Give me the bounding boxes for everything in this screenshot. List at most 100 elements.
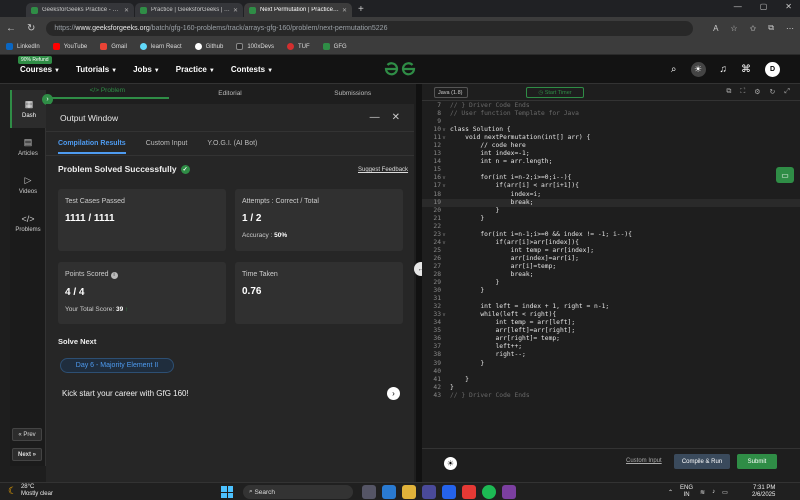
minimize-icon[interactable]: — — [734, 2, 742, 11]
code-line[interactable]: 8 // User function Template for Java — [422, 110, 800, 118]
code-line[interactable]: 22 — [422, 223, 800, 231]
start-timer-button[interactable]: ◷ Start Timer — [526, 87, 584, 98]
close-panel-icon[interactable]: ✕ — [392, 112, 400, 123]
code-line[interactable]: 11 v void nextPermutation(int[] arr) { — [422, 134, 800, 142]
code-line[interactable]: 17 v if(arr[i] < arr[i+1]){ — [422, 182, 800, 190]
nav-tutorials[interactable]: Tutorials ▼ — [76, 65, 117, 74]
minimize-panel-icon[interactable]: — — [370, 112, 380, 123]
favorites-icon[interactable]: ✩ — [750, 24, 757, 33]
code-editor[interactable]: 7 // } Driver Code Ends 8 // User function … — [422, 102, 800, 448]
browser-tab[interactable]: GeeksforGeeks Practice - Leading Online … — [26, 3, 134, 17]
bookmark-100xdevs[interactable]: 100xDevs — [236, 43, 274, 50]
code-line[interactable]: 24 v if(arr[i]>arr[index]){ — [422, 239, 800, 247]
fullscreen-icon[interactable]: ⛶ — [740, 88, 745, 96]
code-line[interactable]: 42} — [422, 384, 800, 392]
rail-item-articles[interactable]: ▤ Articles — [10, 128, 46, 166]
close-window-icon[interactable]: ✕ — [785, 2, 792, 11]
code-line[interactable]: 13 int index=-1; — [422, 150, 800, 158]
code-line[interactable]: 39 } — [422, 360, 800, 368]
collections-icon[interactable]: ⧉ — [768, 23, 774, 33]
bookmark-youtube[interactable]: YouTube — [52, 43, 87, 50]
notification-bell-icon[interactable]: ♫ — [720, 64, 728, 75]
more-menu-icon[interactable]: ⋯ — [786, 24, 794, 33]
submit-button[interactable]: Submit — [737, 454, 777, 469]
lightbulb-icon[interactable]: ☀ — [444, 457, 457, 470]
code-line[interactable]: 35 arr[left]=arr[right]; — [422, 327, 800, 335]
code-line[interactable]: 30 } — [422, 287, 800, 295]
code-line[interactable]: 7 // } Driver Code Ends — [422, 102, 800, 110]
nav-jobs[interactable]: Jobs ▼ — [133, 65, 160, 74]
volume-icon[interactable]: ♪ — [712, 489, 715, 495]
code-line[interactable]: 40 — [422, 368, 800, 376]
favorite-star-icon[interactable]: ☆ — [730, 24, 737, 33]
code-line[interactable]: 28 break; — [422, 271, 800, 279]
tab-custom-input[interactable]: Custom Input — [146, 140, 188, 147]
tab-editorial[interactable]: Editorial — [169, 90, 292, 97]
spotify-icon[interactable] — [482, 485, 496, 499]
code-line[interactable]: 21 } — [422, 215, 800, 223]
gfg-logo[interactable] — [383, 61, 417, 79]
compile-run-button[interactable]: Compile & Run — [674, 454, 730, 469]
code-line[interactable]: 29 } — [422, 279, 800, 287]
wifi-icon[interactable]: ≋ — [700, 489, 705, 496]
code-line[interactable]: 9 — [422, 118, 800, 126]
chat-icon[interactable]: ▭ — [776, 167, 794, 183]
browser-tab-active[interactable]: Next Permutation | Practice | GeeksforGe… — [244, 3, 352, 17]
custom-input-link[interactable]: Custom Input — [626, 458, 662, 464]
nav-courses[interactable]: Courses ▼ — [20, 65, 60, 74]
search-icon[interactable]: ⌕ — [671, 64, 677, 75]
windows-start-icon[interactable] — [221, 486, 233, 498]
bookmark-gmail[interactable]: Gmail — [100, 43, 127, 50]
code-line[interactable]: 33 v while(left < right){ — [422, 311, 800, 319]
code-line[interactable]: 31 — [422, 295, 800, 303]
tab-yogi-bot[interactable]: Y.O.G.I. (AI Bot) — [207, 140, 257, 147]
code-line[interactable]: 15 — [422, 166, 800, 174]
tab-compilation-results[interactable]: Compilation Results — [58, 134, 126, 154]
tab-submissions[interactable]: Submissions — [291, 90, 414, 97]
code-line[interactable]: 38 right--; — [422, 351, 800, 359]
close-tab-icon[interactable]: ✕ — [124, 7, 129, 14]
taskbar-clock[interactable]: 7:31 PM 2/6/2025 — [752, 485, 775, 499]
file-explorer-icon[interactable] — [402, 485, 416, 499]
weather-widget[interactable]: ☾ 28°C Mostly clear — [8, 484, 53, 498]
prev-button[interactable]: « Prev — [12, 428, 42, 441]
expand-icon[interactable]: ⤢ — [784, 88, 790, 96]
code-line[interactable]: 14 int n = arr.length; — [422, 158, 800, 166]
task-view-icon[interactable] — [362, 485, 376, 499]
translate-icon[interactable]: ⌘ — [741, 64, 751, 75]
close-tab-icon[interactable]: ✕ — [342, 7, 347, 14]
settings-gear-icon[interactable]: ⚙ — [754, 88, 760, 96]
reset-icon[interactable]: ↻ — [770, 88, 776, 96]
code-line[interactable]: 27 arr[i]=temp; — [422, 263, 800, 271]
chrome-icon[interactable] — [462, 485, 476, 499]
code-line[interactable]: 12 // code here — [422, 142, 800, 150]
nav-practice[interactable]: Practice ▼ — [176, 65, 215, 74]
code-line[interactable]: 34 int temp = arr[left]; — [422, 319, 800, 327]
code-line[interactable]: 10 v class Solution { — [422, 126, 800, 134]
app-icon[interactable] — [502, 485, 516, 499]
taskbar-search[interactable]: ⌕ Search — [243, 485, 353, 499]
bookmark-learn-react[interactable]: learn React — [139, 43, 182, 50]
code-line[interactable]: 41 } — [422, 376, 800, 384]
url-field[interactable]: https://www.geeksforgeeks.org/batch/gfg-… — [46, 20, 694, 36]
code-line[interactable]: 25 int temp = arr[index]; — [422, 247, 800, 255]
code-line[interactable]: 23 v for(int i=n-1;i>=0 && index != -1; i… — [422, 231, 800, 239]
rail-item-problems[interactable]: </> Problems — [10, 204, 46, 242]
new-tab-button[interactable]: + — [358, 4, 364, 15]
nav-contests[interactable]: Contests ▼ — [231, 65, 273, 74]
bookmark-github[interactable]: Github — [194, 43, 223, 50]
back-icon[interactable]: ← — [6, 23, 16, 34]
next-button[interactable]: Next » — [12, 448, 42, 461]
chevron-right-icon[interactable]: › — [387, 387, 400, 400]
maximize-icon[interactable]: ▢ — [760, 2, 768, 11]
code-line[interactable]: 32 int left = index + 1, right = n-1; — [422, 303, 800, 311]
bookmark-tuf[interactable]: TUF — [287, 43, 310, 50]
code-line[interactable]: 18 index=i; — [422, 191, 800, 199]
bookmark-gfg[interactable]: GFG — [322, 43, 347, 50]
code-line[interactable]: 26 arr[index]=arr[i]; — [422, 255, 800, 263]
code-line[interactable]: 37 left++; — [422, 343, 800, 351]
store-icon[interactable] — [422, 485, 436, 499]
edge-browser-icon[interactable] — [382, 485, 396, 499]
language-select[interactable]: Java (1.8) — [434, 87, 468, 98]
info-icon[interactable]: i — [110, 272, 118, 279]
